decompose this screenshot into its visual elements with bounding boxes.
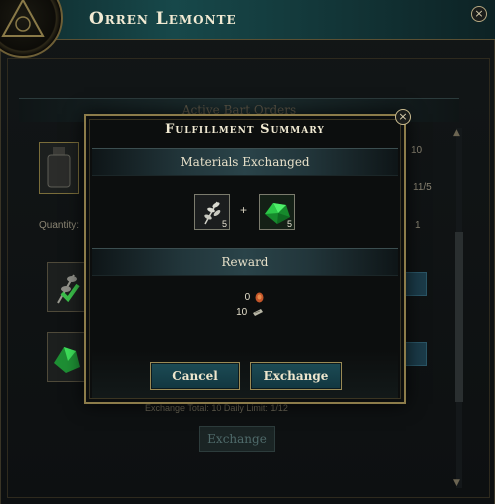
reward-ticket-row: 10	[224, 307, 264, 318]
herb-item-icon[interactable]	[47, 262, 87, 312]
quantity-value: 1	[415, 220, 421, 231]
reward-coin-amount: 0	[244, 292, 251, 304]
cancel-button[interactable]: Cancel	[150, 362, 240, 390]
quantity-input-2[interactable]	[405, 342, 427, 366]
scroll-up-icon[interactable]: ▲	[453, 128, 460, 138]
reward-header-label: Reward	[221, 255, 269, 269]
crystal-material-slot[interactable]: 5	[259, 194, 295, 230]
crystal-item-icon[interactable]	[47, 332, 87, 382]
quantity-input-1[interactable]	[405, 272, 427, 296]
window-titlebar[interactable]: Orren Lemonte ×	[0, 0, 495, 58]
herb-count: 5	[221, 219, 227, 229]
herb-material-slot[interactable]: 5	[194, 194, 230, 230]
crystal-count: 5	[286, 219, 292, 229]
exchange-button[interactable]: Exchange	[250, 362, 342, 390]
background-exchange-button[interactable]: Exchange	[199, 426, 275, 452]
materials-header-label: Materials Exchanged	[180, 155, 310, 169]
materials-header: Materials Exchanged	[92, 148, 398, 176]
fulfillment-summary-dialog: Fulfillment Summary × Materials Exchange…	[84, 109, 411, 404]
ticket-icon	[253, 308, 263, 316]
window-title: Orren Lemonte	[89, 9, 237, 29]
reward-header: Reward	[92, 248, 398, 276]
window-close-button[interactable]: ×	[471, 6, 487, 22]
dialog-footer	[92, 350, 398, 398]
ticket-price-value: 10	[411, 145, 423, 156]
reward-ticket-amount: 10	[236, 307, 248, 318]
crystal-stock-value: 11/5	[413, 182, 432, 193]
quantity-label: Quantity:	[39, 220, 80, 231]
dialog-close-button[interactable]: ×	[395, 109, 411, 125]
exchange-total-text: Exchange Total: 10 Daily Limit: 1/12	[145, 403, 288, 413]
scrollbar-thumb[interactable]	[455, 232, 463, 402]
scroll-down-icon[interactable]: ▼	[453, 478, 460, 488]
reward-coin-row: 0	[224, 292, 264, 303]
potion-item-icon[interactable]	[39, 142, 79, 194]
faction-emblem-icon	[0, 0, 63, 58]
plus-sign: +	[240, 203, 248, 217]
amber-coin-icon	[255, 292, 264, 303]
dialog-title: Fulfillment Summary	[165, 122, 325, 137]
